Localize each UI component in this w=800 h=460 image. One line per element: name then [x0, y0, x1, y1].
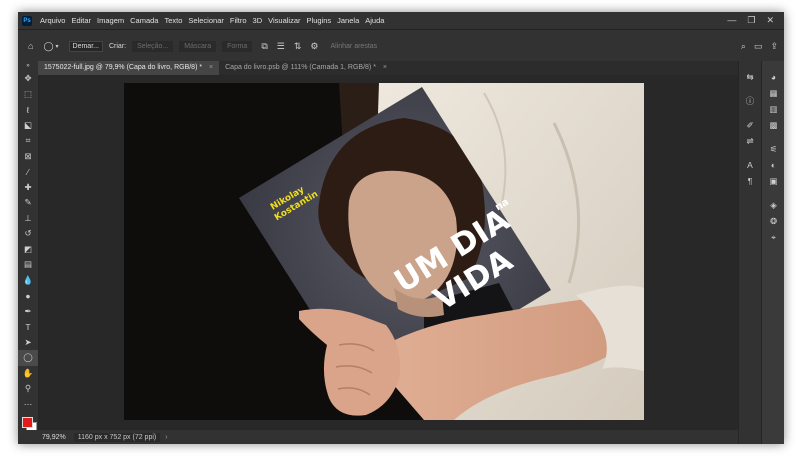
object-selection-tool-icon[interactable]: ⬕ [18, 118, 38, 134]
photoshop-logo: Ps [22, 15, 32, 26]
menu-arquivo[interactable]: Arquivo [37, 16, 68, 25]
adjustments-panel-icon[interactable]: ◐ [762, 157, 784, 173]
ellipse-tool-icon[interactable]: ◯ [18, 350, 38, 366]
panel-dock-right: ◕ ▦ ▥ ▩ ⚟ ◐ ▣ ◈ ❂ ⌖ [761, 61, 784, 444]
chevron-right-icon[interactable]: › [165, 434, 167, 441]
blur-tool-icon[interactable]: 💧 [18, 273, 38, 289]
menu-imagem[interactable]: Imagem [94, 16, 127, 25]
channels-panel-icon[interactable]: ❂ [762, 213, 784, 229]
color-panel-icon[interactable]: ◕ [762, 69, 784, 85]
shape-button[interactable]: Forma [222, 40, 253, 52]
create-label: Criar: [108, 42, 127, 50]
menu-texto[interactable]: Texto [161, 16, 185, 25]
options-bar: ⌂ ◯ ▾ Demar... Criar: Seleção... Máscara… [18, 29, 784, 62]
menu-janela[interactable]: Janela [334, 16, 362, 25]
selection-button[interactable]: Seleção... [132, 40, 174, 52]
panel-dock-left: ⇆ ⓘ ✐ ⇌ A ¶ [738, 61, 761, 444]
menu-plugins[interactable]: Plugins [304, 16, 335, 25]
status-bar: 79,92% 1160 px x 752 px (72 ppi) › [18, 430, 738, 444]
minimize-button[interactable]: — [727, 15, 736, 26]
options-right-group: ⌕ ▭ ⇪ [741, 41, 784, 52]
history-brush-tool-icon[interactable]: ↺ [18, 226, 38, 242]
close-icon[interactable]: × [383, 64, 387, 71]
swatches-panel-icon[interactable]: ▦ [762, 85, 784, 101]
paths-panel-icon[interactable]: ⌖ [762, 229, 784, 245]
menu-camada[interactable]: Camada [127, 16, 161, 25]
menu-selecionar[interactable]: Selecionar [185, 16, 226, 25]
mask-button[interactable]: Máscara [179, 40, 217, 52]
document-workspace[interactable]: Nikolay Kostantin UM DIA na VIDA [39, 75, 742, 430]
menu-visualizar[interactable]: Visualizar [265, 16, 303, 25]
history-panel-icon[interactable]: ⇆ [739, 69, 761, 85]
hand-tool-icon[interactable]: ✋ [18, 366, 38, 382]
layers-panel-icon[interactable]: ◈ [762, 197, 784, 213]
zoom-level[interactable]: 79,92% [42, 434, 66, 441]
tab-label: 1575022-full.jpg @ 79,9% (Capa do livro,… [44, 64, 203, 71]
photoshop-window: Ps Arquivo Editar Imagem Camada Texto Se… [18, 12, 784, 444]
gradients-panel-icon[interactable]: ▥ [762, 101, 784, 117]
eraser-tool-icon[interactable]: ◩ [18, 242, 38, 258]
search-icon[interactable]: ⌕ [741, 41, 746, 52]
tool-preset-picker[interactable]: ◯ ▾ [43, 41, 58, 52]
window-controls: — ❐ ✕ [727, 15, 784, 26]
menu-3d[interactable]: 3D [250, 16, 266, 25]
document-info[interactable]: 1160 px x 752 px (72 ppi) [73, 432, 161, 442]
document-tabs: 1575022-full.jpg @ 79,9% (Capa do livro,… [38, 61, 748, 75]
type-tool-icon[interactable]: T [18, 319, 38, 335]
eyedropper-tool-icon[interactable]: ⁄ [18, 164, 38, 180]
libraries-panel-icon[interactable]: ▣ [762, 173, 784, 189]
tools-panel: » ✥ ⬚ ℓ ⬕ ⌗ ⊠ ⁄ ✚ ✎ ⊥ ↺ ◩ ▤ 💧 ● ✒ T ➤ ◯ … [18, 61, 39, 444]
gear-icon[interactable]: ⚙ [310, 41, 318, 52]
gradient-tool-icon[interactable]: ▤ [18, 257, 38, 273]
brush-tool-icon[interactable]: ✎ [18, 195, 38, 211]
crop-tool-icon[interactable]: ⌗ [18, 133, 38, 149]
zoom-tool-icon[interactable]: ⚲ [18, 381, 38, 397]
patterns-panel-icon[interactable]: ▩ [762, 117, 784, 133]
workspace-icon[interactable]: ▭ [754, 41, 763, 52]
foreground-color-swatch[interactable] [22, 417, 33, 428]
document-canvas[interactable]: Nikolay Kostantin UM DIA na VIDA [124, 83, 644, 420]
share-icon[interactable]: ⇪ [770, 41, 778, 52]
info-panel-icon[interactable]: ⓘ [739, 93, 761, 109]
lasso-tool-icon[interactable]: ℓ [18, 102, 38, 118]
path-operations-icon[interactable]: ⧉ [261, 41, 267, 52]
tab-document-1[interactable]: 1575022-full.jpg @ 79,9% (Capa do livro,… [38, 61, 220, 75]
preset-select[interactable]: Demar... [68, 40, 103, 52]
adjustments-icon[interactable]: ⇌ [739, 133, 761, 149]
brush-settings-icon[interactable]: ✐ [739, 117, 761, 133]
menu-editar[interactable]: Editar [68, 16, 94, 25]
tab-document-2[interactable]: Capa do livro.psb @ 111% (Camada 1, RGB/… [219, 61, 393, 75]
path-selection-tool-icon[interactable]: ➤ [18, 335, 38, 351]
marquee-tool-icon[interactable]: ⬚ [18, 87, 38, 103]
close-icon[interactable]: × [209, 64, 213, 71]
frame-tool-icon[interactable]: ⊠ [18, 149, 38, 165]
align-edges-label[interactable]: Alinhar arestas [330, 43, 377, 50]
pen-tool-icon[interactable]: ✒ [18, 304, 38, 320]
healing-brush-tool-icon[interactable]: ✚ [18, 180, 38, 196]
restore-button[interactable]: ❐ [747, 15, 755, 26]
properties-panel-icon[interactable]: ⚟ [762, 141, 784, 157]
home-icon[interactable]: ⌂ [28, 41, 33, 51]
character-panel-icon[interactable]: A [739, 157, 761, 173]
menu-bar: Ps Arquivo Editar Imagem Camada Texto Se… [18, 12, 784, 29]
tab-label: Capa do livro.psb @ 111% (Camada 1, RGB/… [225, 64, 376, 71]
menu-filtro[interactable]: Filtro [227, 16, 250, 25]
paragraph-panel-icon[interactable]: ¶ [739, 173, 761, 189]
chevron-down-icon: ▾ [55, 43, 59, 50]
move-tool-icon[interactable]: ✥ [18, 71, 38, 87]
dodge-tool-icon[interactable]: ● [18, 288, 38, 304]
canvas-image: Nikolay Kostantin UM DIA na VIDA [124, 83, 644, 420]
more-tools-icon[interactable]: ⋯ [18, 397, 38, 413]
ellipse-tool-icon: ◯ [43, 40, 54, 51]
path-alignment-icon[interactable]: ☰ [277, 41, 285, 52]
path-arrangement-icon[interactable]: ⇅ [294, 41, 302, 52]
menu-ajuda[interactable]: Ajuda [362, 16, 387, 25]
clone-stamp-tool-icon[interactable]: ⊥ [18, 211, 38, 227]
toolbar-collapse-icon[interactable]: » [18, 61, 38, 71]
close-button[interactable]: ✕ [766, 15, 774, 26]
